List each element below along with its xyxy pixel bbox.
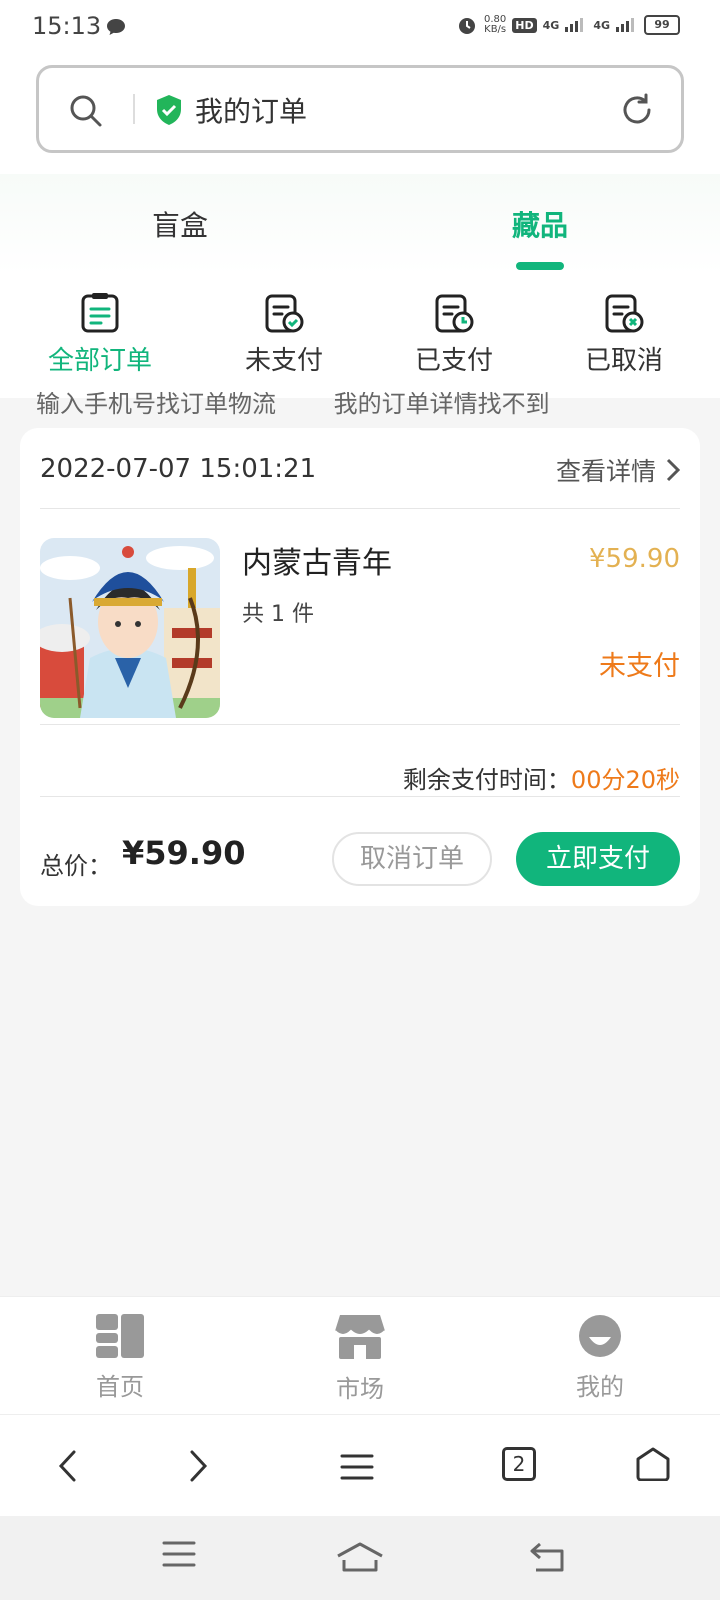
- suggestion-text[interactable]: 我的订单详情找不到: [334, 392, 550, 418]
- total-label: 总价：: [40, 852, 112, 880]
- status-bar: 15:13 0.80 KB/s HD 4G 4G 99: [0, 0, 720, 56]
- signal-bars-icon: [616, 18, 634, 32]
- page-title: 我的订单: [195, 95, 308, 128]
- browser-toolbar: 2: [0, 1414, 720, 1516]
- all-orders-icon: [81, 293, 119, 333]
- active-tab-indicator: [516, 262, 564, 270]
- product-price: ¥59.90: [589, 544, 680, 574]
- product-name: 内蒙古青年: [242, 546, 392, 581]
- nav-home[interactable]: 首页: [60, 1313, 180, 1402]
- remaining-pay-time: 剩余支付时间：00分20秒: [403, 760, 680, 795]
- tabs-count-button[interactable]: 2: [502, 1447, 536, 1481]
- home-icon[interactable]: [636, 1447, 670, 1481]
- view-details-link[interactable]: 查看详情: [556, 452, 680, 488]
- order-status: 未支付: [599, 651, 680, 682]
- alarm-icon: [459, 18, 476, 34]
- pay-now-button[interactable]: 立即支付: [516, 832, 680, 886]
- filter-label: 已取消: [584, 346, 663, 376]
- profile-icon: [579, 1315, 621, 1357]
- suggestion-text[interactable]: 输入手机号找订单物流: [36, 392, 276, 418]
- page: { "status_bar": {"time": "15:13", "net_s…: [0, 0, 720, 1600]
- filter-label: 全部订单: [47, 346, 152, 376]
- order-datetime: 2022-07-07 15:01:21: [40, 454, 317, 484]
- browser-address-area: 我的订单: [0, 56, 720, 174]
- recent-apps-icon[interactable]: [162, 1540, 196, 1568]
- status-icons: 0.80 KB/s HD 4G 4G 99: [456, 14, 680, 36]
- category-tabs: 盲盒 藏品: [0, 174, 720, 274]
- search-icon[interactable]: [69, 94, 103, 128]
- nav-label: 首页: [96, 1373, 144, 1401]
- tab-collectibles[interactable]: 藏品: [512, 204, 568, 244]
- unpaid-icon: [265, 294, 304, 333]
- status-time: 15:13: [32, 12, 102, 40]
- refresh-icon[interactable]: [619, 92, 655, 128]
- filter-unpaid[interactable]: 未支付: [204, 292, 364, 377]
- system-nav-bar: [0, 1516, 720, 1600]
- chevron-right-icon: [666, 458, 680, 482]
- remaining-time-label: 剩余支付时间：: [402, 766, 571, 794]
- filter-label: 未支付: [244, 346, 323, 376]
- filter-cancelled[interactable]: 已取消: [544, 292, 704, 377]
- app-bottom-nav: 首页 市场 我的: [0, 1296, 720, 1414]
- net-speed: 0.80 KB/s: [484, 14, 507, 35]
- tab-blind-box[interactable]: 盲盒: [152, 204, 208, 244]
- filter-all-orders[interactable]: 全部订单: [20, 292, 180, 377]
- search-suggestions-overflow: 输入手机号找订单物流 我的订单详情找不到: [36, 392, 696, 418]
- product-count: 共 1 件: [242, 602, 314, 627]
- divider: [40, 724, 680, 725]
- paid-icon: [435, 294, 474, 333]
- product-thumbnail[interactable]: [40, 538, 220, 718]
- menu-icon[interactable]: [340, 1453, 374, 1481]
- market-store-icon: [334, 1315, 386, 1359]
- signal-bars-icon: [565, 18, 584, 32]
- nav-market[interactable]: 市场: [300, 1313, 420, 1404]
- signal-4g-1: 4G: [542, 18, 560, 32]
- nav-label: 市场: [336, 1375, 384, 1403]
- home-grid-icon: [96, 1314, 144, 1358]
- battery-icon: 99: [644, 15, 680, 35]
- address-separator: [133, 94, 135, 124]
- system-back-icon[interactable]: [530, 1542, 566, 1572]
- filter-paid[interactable]: 已支付: [374, 292, 534, 377]
- nav-label: 我的: [576, 1373, 624, 1401]
- nav-profile[interactable]: 我的: [540, 1313, 660, 1402]
- hd-badge: HD: [512, 17, 537, 33]
- shield-check-icon: [157, 95, 181, 125]
- home-button-icon[interactable]: [336, 1542, 384, 1572]
- message-bubble-icon: [107, 19, 125, 35]
- filter-label: 已支付: [414, 346, 493, 376]
- address-bar[interactable]: 我的订单: [36, 65, 684, 153]
- order-card: 2022-07-07 15:01:21 查看详情 内蒙古青年 共 1 件 ¥59…: [20, 428, 700, 906]
- view-details-label: 查看详情: [555, 457, 656, 486]
- divider: [40, 796, 680, 797]
- total-price: ¥59.90: [122, 834, 246, 872]
- divider: [40, 508, 680, 509]
- cancel-order-button[interactable]: 取消订单: [332, 832, 492, 886]
- order-status-filters: 全部订单 未支付 已支付 已取消: [0, 274, 720, 398]
- signal-4g-2: 4G: [593, 18, 610, 32]
- remaining-time-value: 00分20秒: [570, 766, 680, 794]
- back-icon[interactable]: [56, 1449, 80, 1483]
- forward-icon[interactable]: [186, 1449, 210, 1483]
- cancelled-icon: [605, 294, 644, 333]
